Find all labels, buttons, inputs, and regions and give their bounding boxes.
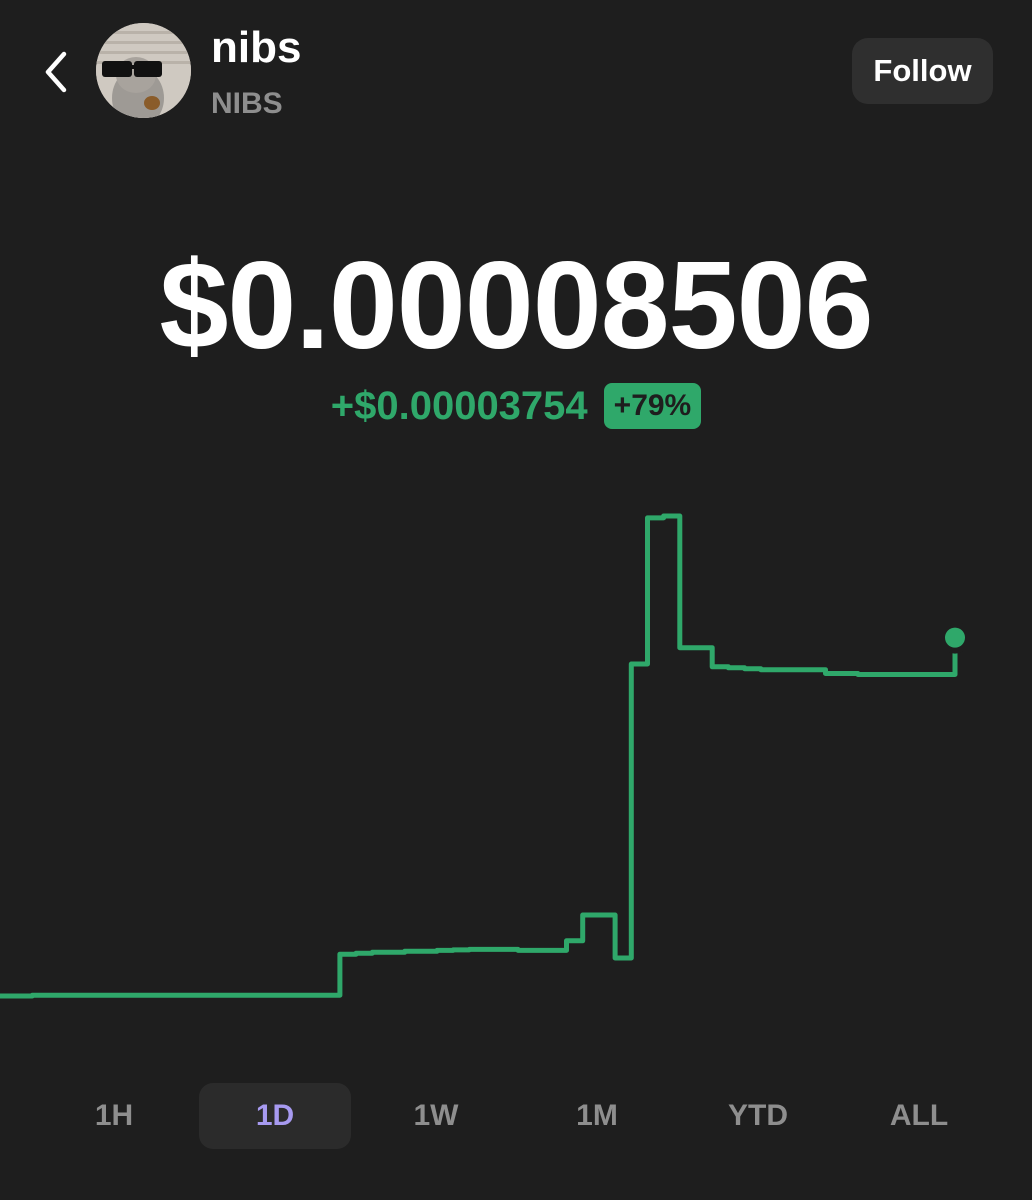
- header: nibs NIBS Follow: [0, 0, 1032, 140]
- chart-current-point: [945, 627, 965, 648]
- tab-all[interactable]: ALL: [853, 1083, 985, 1149]
- current-price: $0.00008506: [159, 237, 873, 375]
- avatar[interactable]: [96, 23, 191, 118]
- token-name: nibs: [211, 23, 302, 72]
- tab-1d[interactable]: 1D: [199, 1083, 351, 1149]
- follow-button[interactable]: Follow: [852, 38, 993, 104]
- tab-1m[interactable]: 1M: [531, 1083, 663, 1149]
- back-button[interactable]: [38, 48, 78, 96]
- chart-series-line: [0, 513, 958, 999]
- token-ticker: NIBS: [211, 87, 283, 120]
- tab-ytd[interactable]: YTD: [692, 1083, 824, 1149]
- price-change-amount: +$0.00003754: [330, 384, 588, 428]
- tab-1w[interactable]: 1W: [370, 1083, 502, 1149]
- chevron-left-icon: [45, 51, 67, 93]
- timeframe-tabs: 1H 1D 1W 1M YTD ALL: [0, 1083, 1032, 1151]
- tab-1h[interactable]: 1H: [48, 1083, 180, 1149]
- price-change-percent-badge: +79%: [603, 383, 702, 429]
- price-chart[interactable]: [0, 490, 1032, 1050]
- price-change-row: +$0.00003754 +79%: [0, 380, 1032, 432]
